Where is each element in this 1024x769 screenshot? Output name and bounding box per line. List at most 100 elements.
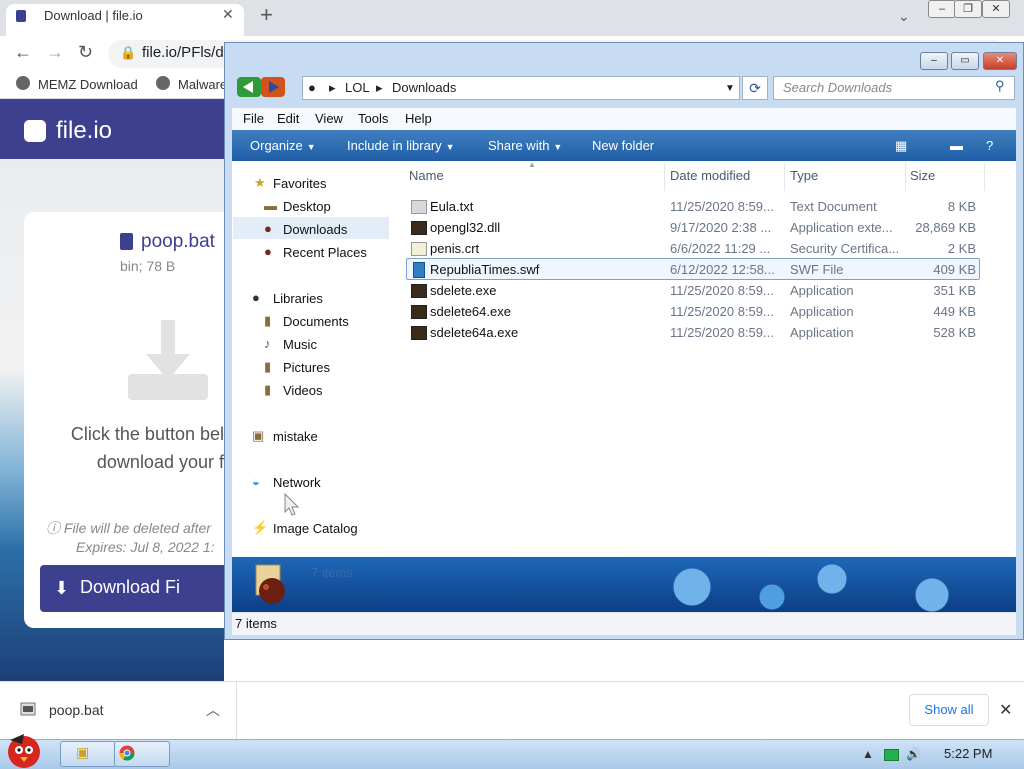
tray-expand-icon[interactable]: ▲ <box>862 747 874 761</box>
column-separator <box>905 163 906 191</box>
menu-help[interactable]: Help <box>405 111 432 126</box>
back-icon[interactable]: ← <box>14 42 32 63</box>
column-size[interactable]: Size <box>910 168 935 183</box>
download-file-button[interactable]: ⬇ Download Fi <box>40 565 224 612</box>
bookmark-malware[interactable]: Malware <box>178 77 227 92</box>
nav-documents[interactable]: Documents <box>283 314 349 329</box>
breadcrumb-separator-icon: ▸ <box>376 80 383 95</box>
network-icon: ◒ <box>252 474 260 489</box>
explorer-taskbar-icon: ▣ <box>76 744 90 760</box>
documents-icon: ▮ <box>264 313 272 328</box>
clock[interactable]: 5:22 PM <box>944 746 992 761</box>
bookmark-globe-icon <box>156 76 170 90</box>
share-with-button[interactable]: Share with ▼ <box>488 138 562 153</box>
chevron-up-icon[interactable]: ︿ <box>206 700 220 720</box>
volume-icon[interactable]: 🔊 <box>906 747 921 761</box>
nav-favorites[interactable]: Favorites <box>273 176 326 191</box>
exe-file-icon <box>411 326 427 340</box>
menu-edit[interactable]: Edit <box>277 111 299 126</box>
menu-view[interactable]: View <box>315 111 343 126</box>
exe-file-icon <box>411 305 427 319</box>
refresh-icon[interactable]: ⟳ <box>742 76 768 100</box>
nav-recent-places[interactable]: Recent Places <box>283 245 367 260</box>
instructions-line-2: download your f <box>96 452 224 472</box>
nav-pictures[interactable]: Pictures <box>283 360 330 375</box>
nav-libraries[interactable]: Libraries <box>273 291 323 306</box>
chevron-down-icon: ▼ <box>445 142 455 152</box>
menu-tools[interactable]: Tools <box>358 111 388 126</box>
videos-icon: ▮ <box>264 382 272 397</box>
swf-file-icon <box>413 262 425 278</box>
close-window-icon[interactable]: ✕ <box>982 0 1010 18</box>
restore-icon[interactable]: ❐ <box>954 0 982 18</box>
text-file-icon <box>411 200 427 214</box>
column-separator <box>784 163 785 191</box>
help-icon[interactable]: ? <box>986 138 993 153</box>
pictures-icon: ▮ <box>264 359 272 374</box>
forward-icon[interactable]: → <box>46 42 64 63</box>
bookmark-memz[interactable]: MEMZ Download <box>38 77 138 92</box>
explorer-maximize-icon[interactable]: ▭ <box>951 52 979 70</box>
download-button-label: Download Fi <box>80 577 181 597</box>
search-icon[interactable]: ⚲ <box>995 78 1005 94</box>
column-separator <box>664 163 665 191</box>
tab-close-icon[interactable]: ✕ <box>222 6 234 23</box>
close-shelf-icon[interactable]: ✕ <box>999 700 1012 720</box>
nav-image-catalog[interactable]: Image Catalog <box>273 521 358 536</box>
nav-videos[interactable]: Videos <box>283 383 323 398</box>
new-folder-button[interactable]: New folder <box>592 138 654 153</box>
mistake-icon: ▣ <box>252 428 265 443</box>
start-button-icon[interactable] <box>2 730 48 768</box>
network-tray-icon[interactable] <box>884 749 899 761</box>
folder-preview-icon <box>255 564 285 604</box>
expiry-text: Expires: Jul 8, 2022 1: <box>76 539 215 555</box>
status-bar <box>232 612 1016 635</box>
mouse-cursor-icon <box>284 493 300 516</box>
nav-network[interactable]: Network <box>273 475 321 490</box>
view-options-icon[interactable]: ▦ <box>895 138 907 154</box>
breadcrumb-lol[interactable]: LOL <box>345 80 370 95</box>
lock-icon[interactable]: 🔒 <box>120 45 136 61</box>
download-illustration-icon <box>128 320 208 400</box>
minimize-icon[interactable]: – <box>928 0 956 18</box>
menu-file[interactable]: File <box>243 111 264 126</box>
menu-bar <box>232 108 1016 130</box>
bookmark-globe-icon <box>16 76 30 90</box>
explorer-minimize-icon[interactable]: – <box>920 52 948 70</box>
file-name: poop.bat <box>141 231 215 252</box>
download-arrow-icon: ⬇ <box>54 578 70 598</box>
file-icon <box>120 233 133 250</box>
fileio-favicon-icon <box>16 10 26 22</box>
nav-music[interactable]: Music <box>283 337 317 352</box>
nav-mistake[interactable]: mistake <box>273 429 318 444</box>
new-tab-icon[interactable]: + <box>260 4 273 26</box>
tab-search-chevron-icon[interactable]: ⌄ <box>898 8 910 25</box>
breadcrumb-separator-icon: ▸ <box>329 80 336 95</box>
exe-file-icon <box>411 284 427 298</box>
dll-file-icon <box>411 221 427 235</box>
column-type[interactable]: Type <box>790 168 818 183</box>
status-item-count: 7 items <box>235 616 277 631</box>
column-name[interactable]: Name <box>409 168 444 183</box>
organize-button[interactable]: Organize ▼ <box>250 138 316 153</box>
instructions-line-1: Click the button bel <box>70 424 224 444</box>
back-forward-icon[interactable] <box>237 77 285 97</box>
address-dropdown-icon[interactable]: ▼ <box>725 83 735 94</box>
include-in-library-button[interactable]: Include in library ▼ <box>347 138 455 153</box>
chrome-icon <box>119 745 135 761</box>
fileio-logo[interactable]: file.io <box>56 117 112 145</box>
chevron-down-icon: ▼ <box>306 142 316 152</box>
reload-icon[interactable]: ↻ <box>78 42 93 63</box>
download-instructions: Click the button bel download your f <box>30 420 224 476</box>
show-all-button[interactable]: Show all <box>909 694 989 726</box>
preview-pane-icon[interactable]: ▬ <box>950 138 963 153</box>
nav-downloads[interactable]: Downloads <box>283 222 347 237</box>
column-date-modified[interactable]: Date modified <box>670 168 750 183</box>
image-catalog-icon: ⚡ <box>252 520 269 535</box>
libraries-icon: ● <box>252 290 260 305</box>
sort-ascending-icon: ▲ <box>528 160 536 169</box>
nav-desktop[interactable]: Desktop <box>283 199 331 214</box>
chevron-down-icon: ▼ <box>553 142 563 152</box>
explorer-close-icon[interactable]: ✕ <box>983 52 1017 70</box>
breadcrumb-downloads[interactable]: Downloads <box>392 80 456 95</box>
